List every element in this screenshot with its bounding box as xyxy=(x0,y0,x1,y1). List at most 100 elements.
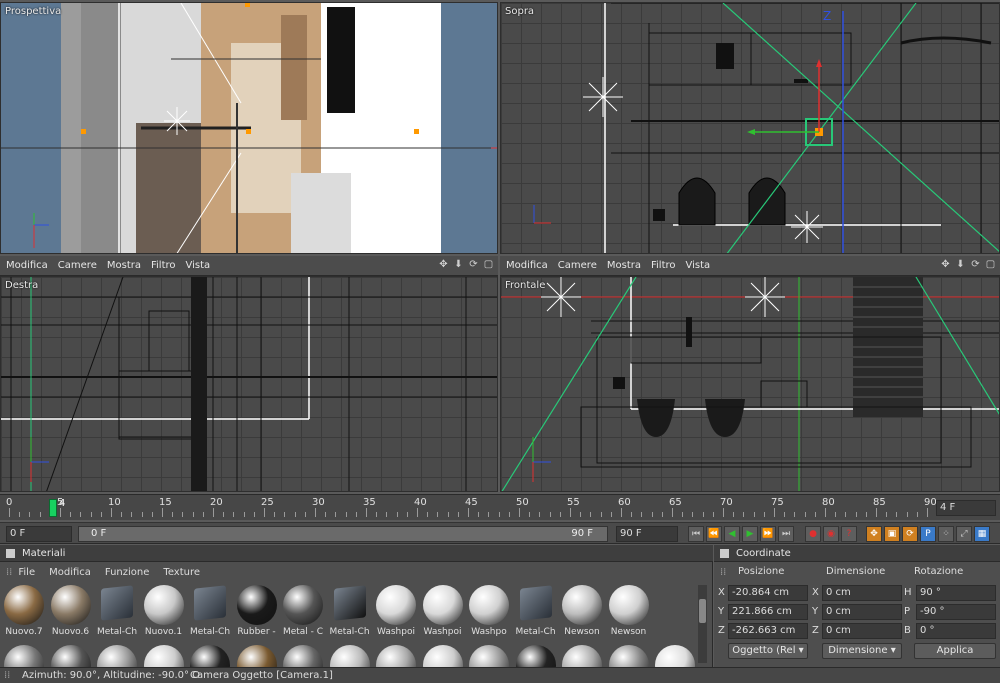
end-frame-field[interactable]: 90 F xyxy=(616,526,678,542)
viewport-front[interactable]: Frontale xyxy=(500,276,1000,492)
timeline-tick xyxy=(855,512,857,517)
material-sphere-preview[interactable] xyxy=(376,645,416,667)
material-swatch[interactable]: Metal - C xyxy=(281,583,325,639)
timeline-tick xyxy=(794,512,796,517)
go-to-end-button[interactable]: ⏭ xyxy=(778,526,794,542)
material-sphere-preview[interactable] xyxy=(50,645,91,667)
material-sphere-preview[interactable] xyxy=(97,645,137,667)
material-sphere-preview[interactable] xyxy=(329,645,370,667)
timeline-ruler[interactable]: 0 5 10 15 20 25 30 35 40 45 50 55 60 65 70 75 80 85 90 xyxy=(6,495,937,521)
next-key-button[interactable]: ⏩ xyxy=(760,526,776,542)
viewport-right[interactable]: Destra xyxy=(0,276,498,492)
timeline-tick xyxy=(733,512,735,517)
material-swatch[interactable]: Washpo xyxy=(467,583,511,639)
material-sphere-preview[interactable] xyxy=(562,645,602,667)
pla-mode-icon[interactable]: ⤢ xyxy=(956,526,972,542)
play-backward-button[interactable]: ◀ xyxy=(724,526,740,542)
material-sphere-preview[interactable] xyxy=(4,645,44,667)
menu-vista[interactable]: Vista xyxy=(186,260,211,271)
materials-menu-funzione[interactable]: Funzione xyxy=(105,567,150,578)
menu-camere[interactable]: Camere xyxy=(558,260,597,271)
viewport-perspective[interactable]: Prospettiva xyxy=(0,2,498,254)
materials-menu-file[interactable]: File xyxy=(18,567,35,578)
timeline[interactable]: 0 5 10 15 20 25 30 35 40 45 50 55 60 65 70 75 80 85 90 4 4… xyxy=(0,494,1000,520)
drag-handle-icon[interactable]: ⁞⁞ xyxy=(720,567,726,578)
materials-menu-texture[interactable]: Texture xyxy=(163,567,200,578)
keyframe-help-icon[interactable]: ? xyxy=(841,526,857,542)
dimension-field[interactable]: 0 cm xyxy=(822,604,902,620)
menu-filtro[interactable]: Filtro xyxy=(651,260,676,271)
material-swatch[interactable]: Metal-Ch xyxy=(188,583,232,639)
rotate-tool-icon[interactable]: ⟳ xyxy=(902,526,918,542)
dimension-field[interactable]: 0 cm xyxy=(822,585,902,601)
materials-menu-modifica[interactable]: Modifica xyxy=(49,567,91,578)
material-sphere-preview[interactable] xyxy=(422,645,463,667)
menu-mostra[interactable]: Mostra xyxy=(607,260,641,271)
dolly-view-icon[interactable]: ⬇ xyxy=(955,259,966,270)
material-sphere-preview[interactable] xyxy=(469,645,509,667)
timeline-tick xyxy=(692,512,694,517)
material-swatch[interactable]: Washpoi xyxy=(421,583,465,639)
material-sphere-preview[interactable] xyxy=(236,645,277,667)
rotation-field[interactable]: 90 ° xyxy=(916,585,996,601)
material-swatch[interactable]: Nuovo.1 xyxy=(142,583,186,639)
materials-scrollbar[interactable] xyxy=(698,585,707,663)
material-swatch[interactable]: Rubber - xyxy=(235,583,279,639)
dolly-view-icon[interactable]: ⬇ xyxy=(453,259,464,270)
material-sphere-preview[interactable] xyxy=(515,645,556,667)
rotate-view-icon[interactable]: ⟳ xyxy=(970,259,981,270)
apply-button[interactable]: Applica xyxy=(914,643,996,659)
move-view-icon[interactable]: ✥ xyxy=(940,259,951,270)
position-field[interactable]: 221.866 cm xyxy=(728,604,808,620)
material-sphere-preview[interactable] xyxy=(608,645,649,667)
menu-filtro[interactable]: Filtro xyxy=(151,260,176,271)
drag-handle-icon[interactable]: ⁞⁞ xyxy=(6,567,12,578)
material-sphere-preview[interactable] xyxy=(655,645,695,667)
coordinate-mode-select[interactable]: Oggetto (Rel ▾ xyxy=(728,643,808,659)
material-swatch[interactable]: Newson xyxy=(560,583,604,639)
timeline-tick xyxy=(304,512,306,517)
timeline-icon[interactable]: ▦ xyxy=(974,526,990,542)
point-mode-icon[interactable]: ⁘ xyxy=(938,526,954,542)
rotation-field[interactable]: 0 ° xyxy=(916,623,996,639)
prev-key-button[interactable]: ⏪ xyxy=(706,526,722,542)
menu-camere[interactable]: Camere xyxy=(58,260,97,271)
autokey-icon[interactable]: ◉ xyxy=(823,526,839,542)
rotate-view-icon[interactable]: ⟳ xyxy=(468,259,479,270)
material-swatch[interactable]: Metal-Ch xyxy=(95,583,139,639)
go-to-start-button[interactable]: ⏮ xyxy=(688,526,704,542)
timeline-tick xyxy=(274,512,276,517)
menu-modifica[interactable]: Modifica xyxy=(506,260,548,271)
rotation-field[interactable]: -90 ° xyxy=(916,604,996,620)
dimension-field[interactable]: 0 cm xyxy=(822,623,902,639)
position-field[interactable]: -262.663 cm xyxy=(728,623,808,639)
position-field[interactable]: -20.864 cm xyxy=(728,585,808,601)
material-sphere-preview[interactable] xyxy=(143,645,184,667)
material-swatch[interactable]: Nuovo.7 xyxy=(2,583,46,639)
dimension-mode-select[interactable]: Dimensione ▾ xyxy=(822,643,902,659)
record-key-icon[interactable]: ● xyxy=(805,526,821,542)
move-tool-icon[interactable]: ✥ xyxy=(866,526,882,542)
material-sphere-preview[interactable] xyxy=(283,645,323,667)
material-sphere-preview[interactable] xyxy=(190,645,230,667)
range-slider[interactable]: 0 F 90 F xyxy=(78,526,608,542)
material-swatch[interactable]: Newson xyxy=(607,583,651,639)
scrollbar-thumb[interactable] xyxy=(699,599,706,623)
timeline-playhead[interactable] xyxy=(49,499,57,517)
material-swatch[interactable]: Nuovo.6 xyxy=(49,583,93,639)
menu-vista[interactable]: Vista xyxy=(686,260,711,271)
play-forward-button[interactable]: ▶ xyxy=(742,526,758,542)
move-view-icon[interactable]: ✥ xyxy=(438,259,449,270)
maximize-view-icon[interactable]: ▢ xyxy=(483,259,494,270)
parameter-icon[interactable]: P xyxy=(920,526,936,542)
material-swatch[interactable]: Metal-Ch xyxy=(514,583,558,639)
viewport-top[interactable]: Sopra Z xyxy=(500,2,1000,254)
start-frame-field[interactable]: 0 F xyxy=(6,526,72,542)
menu-modifica[interactable]: Modifica xyxy=(6,260,48,271)
material-swatch[interactable]: Metal-Ch xyxy=(328,583,372,639)
maximize-view-icon[interactable]: ▢ xyxy=(985,259,996,270)
scale-tool-icon[interactable]: ▣ xyxy=(884,526,900,542)
material-swatch[interactable]: Washpoi xyxy=(374,583,418,639)
menu-mostra[interactable]: Mostra xyxy=(107,260,141,271)
current-frame-field[interactable]: 4 F xyxy=(936,500,996,516)
